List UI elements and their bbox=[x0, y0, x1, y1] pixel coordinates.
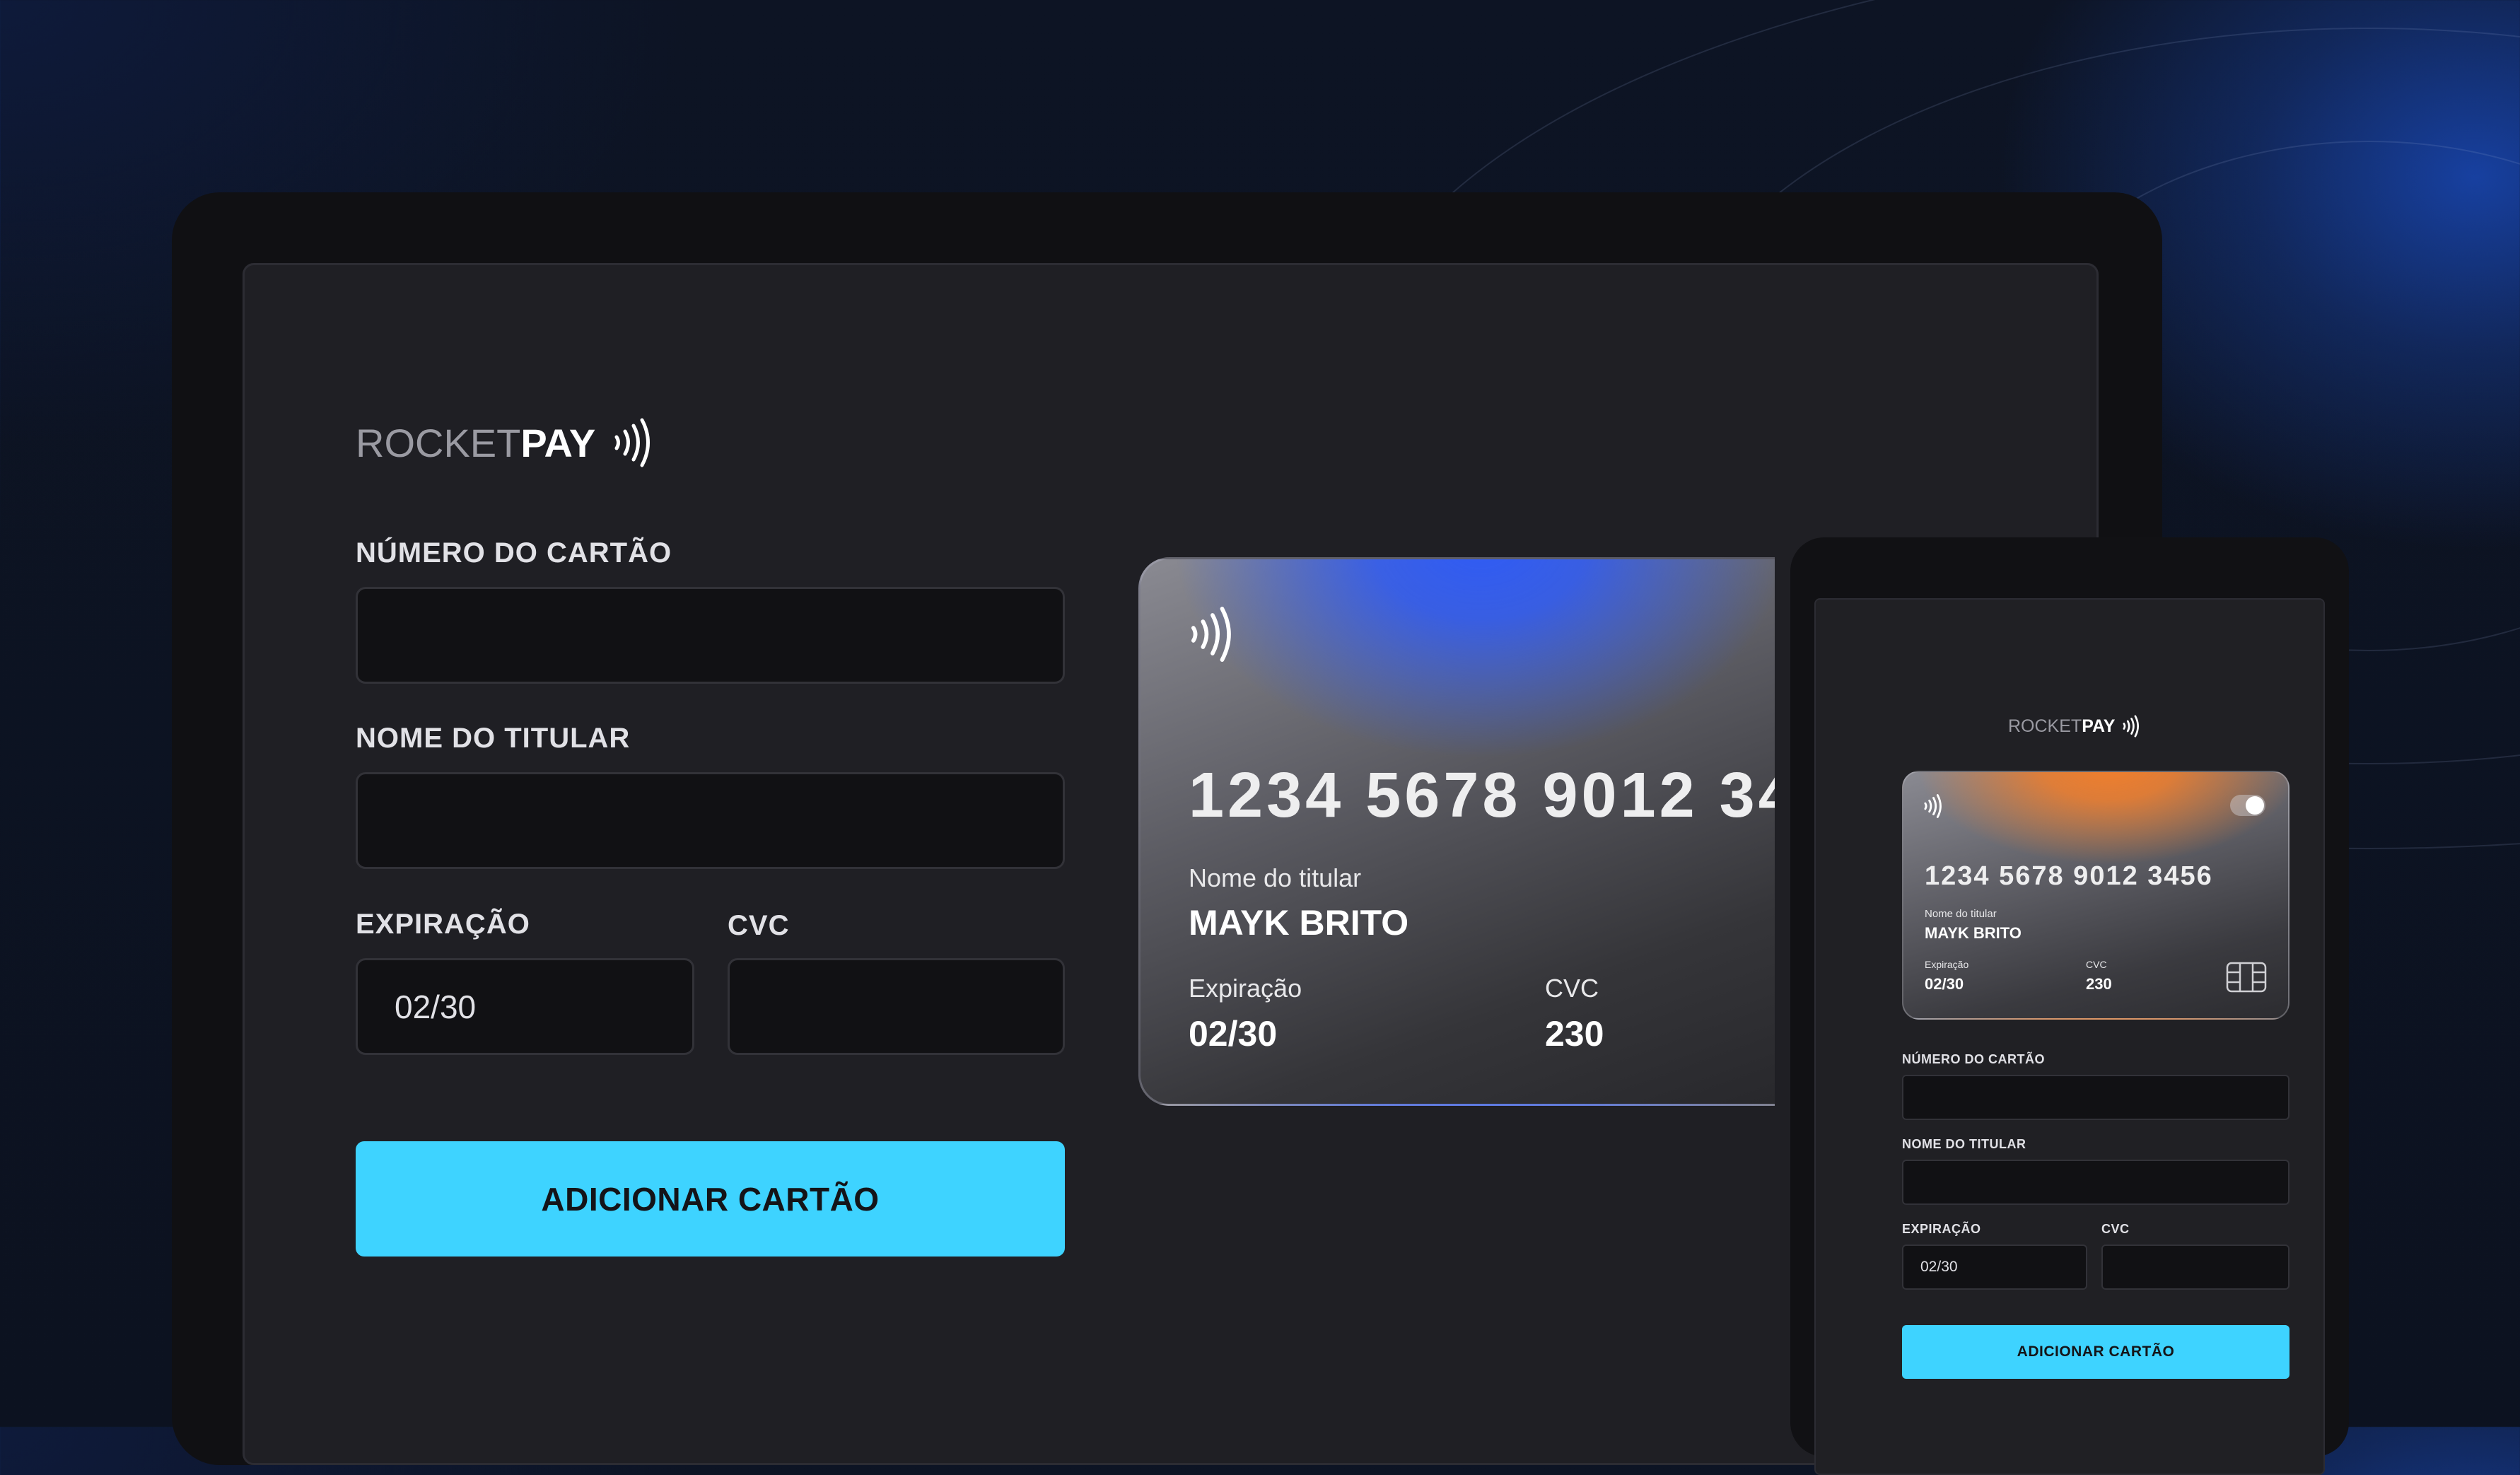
card-expiration-caption: Expiração bbox=[1189, 974, 1302, 1003]
mobile-logo-rocket-text: ROCKET bbox=[2008, 716, 2082, 736]
mobile-card-cvc-caption: CVC bbox=[2086, 959, 2107, 970]
contactless-icon bbox=[614, 418, 651, 467]
add-card-button[interactable]: ADICIONAR CARTÃO bbox=[356, 1141, 1065, 1257]
card-cvc-value: 230 bbox=[1545, 1014, 1604, 1054]
mobile-card-expiration-caption: Expiração bbox=[1925, 959, 1969, 970]
expiration-input[interactable]: 02/30 bbox=[356, 958, 694, 1055]
mobile-rocketpay-logo: ROCKET PAY bbox=[2008, 715, 2142, 738]
mobile-contactless-icon bbox=[2123, 715, 2140, 738]
card-number-label: NÚMERO DO CARTÃO bbox=[356, 537, 672, 569]
card-expiration-value: 02/30 bbox=[1189, 1014, 1278, 1054]
mobile-cvc-label: CVC bbox=[2101, 1222, 2130, 1236]
card-number-input[interactable] bbox=[356, 587, 1065, 684]
chip-icon bbox=[2226, 962, 2267, 993]
holder-name-input[interactable] bbox=[356, 772, 1065, 869]
mobile-expiration-label: EXPIRAÇÃO bbox=[1902, 1222, 1981, 1236]
mobile-holder-name-input[interactable] bbox=[1902, 1160, 2289, 1205]
mobile-card-number-input[interactable] bbox=[1902, 1075, 2289, 1120]
logo-rocket-text: ROCKET bbox=[356, 420, 521, 465]
cvc-label: CVC bbox=[728, 910, 790, 941]
card-cvc-caption: CVC bbox=[1545, 974, 1599, 1003]
mobile-card-expiration-value: 02/30 bbox=[1925, 975, 1964, 993]
holder-name-label: NOME DO TITULAR bbox=[356, 723, 631, 754]
mobile-add-card-button[interactable]: ADICIONAR CARTÃO bbox=[1902, 1325, 2289, 1379]
mobile-card-holder-name: MAYK BRITO bbox=[1925, 924, 2022, 942]
card-number-display: 1234 5678 9012 3456 bbox=[1189, 760, 1775, 831]
mobile-card-number-display: 1234 5678 9012 3456 bbox=[1925, 861, 2213, 891]
cvc-input[interactable] bbox=[728, 958, 1065, 1055]
mobile-credit-card-preview: 1234 5678 9012 3456 Nome do titular MAYK… bbox=[1902, 771, 2289, 1020]
mobile-holder-name-label: NOME DO TITULAR bbox=[1902, 1137, 2026, 1151]
mobile-card-cvc-value: 230 bbox=[2086, 975, 2112, 993]
card-toggle-knob bbox=[2246, 796, 2264, 815]
card-holder-caption: Nome do titular bbox=[1189, 863, 1362, 892]
mobile-card-holder-caption: Nome do titular bbox=[1925, 908, 1997, 920]
mobile-logo-pay-text: PAY bbox=[2082, 716, 2116, 736]
card-holder-name: MAYK BRITO bbox=[1189, 903, 1409, 943]
mobile-expiration-value: 02/30 bbox=[1920, 1259, 1958, 1275]
card-toggle[interactable] bbox=[2230, 795, 2265, 816]
mobile-card-contactless-icon bbox=[1924, 794, 1942, 818]
credit-card-preview: 1234 5678 9012 3456 Nome do titular MAYK… bbox=[1138, 557, 1775, 1106]
mobile-cvc-input[interactable] bbox=[2101, 1244, 2289, 1290]
mobile-screen: ROCKET PAY 1234 5678 9012 3456 Nome do t… bbox=[1814, 598, 2325, 1475]
rocketpay-logo: ROCKET PAY bbox=[356, 417, 656, 468]
expiration-value: 02/30 bbox=[395, 988, 477, 1025]
mobile-card-number-label: NÚMERO DO CARTÃO bbox=[1902, 1052, 2045, 1066]
mobile-device-frame: ROCKET PAY 1234 5678 9012 3456 Nome do t… bbox=[1790, 537, 2349, 1475]
logo-pay-text: PAY bbox=[520, 420, 596, 465]
expiration-label: EXPIRAÇÃO bbox=[356, 909, 530, 940]
card-contactless-icon bbox=[1191, 607, 1231, 662]
mobile-expiration-input[interactable]: 02/30 bbox=[1902, 1244, 2087, 1290]
